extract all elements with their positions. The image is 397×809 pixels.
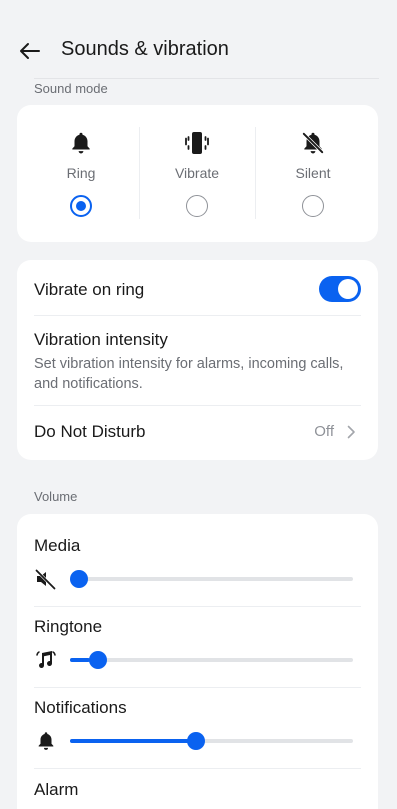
bell-off-icon bbox=[299, 129, 327, 157]
media-volume-label: Media bbox=[34, 536, 81, 555]
do-not-disturb-label: Do Not Disturb bbox=[34, 422, 146, 441]
vibrate-on-ring-toggle[interactable] bbox=[319, 276, 361, 302]
chevron-right-icon bbox=[347, 425, 355, 439]
ring-radio[interactable] bbox=[70, 195, 92, 217]
bell-icon bbox=[34, 729, 58, 753]
volume-card: Media Ringtone Notifications Alarm bbox=[17, 514, 378, 809]
mode-label-ring: Ring bbox=[66, 165, 96, 181]
slider-fill bbox=[70, 739, 195, 743]
slider-thumb[interactable] bbox=[88, 651, 107, 669]
header: Sounds & vibration bbox=[0, 0, 397, 78]
alarm-volume-label: Alarm bbox=[34, 780, 79, 799]
do-not-disturb-row[interactable]: Do Not Disturb Off bbox=[17, 406, 378, 460]
slider-fill bbox=[70, 658, 90, 662]
back-button[interactable] bbox=[16, 37, 44, 65]
vibrate-on-ring-label: Vibrate on ring bbox=[34, 280, 145, 299]
header-divider bbox=[34, 78, 379, 79]
back-arrow-icon bbox=[20, 43, 40, 59]
vibration-intensity-label: Vibration intensity bbox=[34, 330, 168, 349]
media-volume-slider[interactable] bbox=[70, 567, 353, 591]
slider-thumb[interactable] bbox=[70, 570, 88, 588]
ringtone-volume-label: Ringtone bbox=[34, 617, 103, 636]
silent-radio[interactable] bbox=[302, 195, 324, 217]
vibration-intensity-description: Set vibration intensity for alarms, inco… bbox=[34, 356, 344, 392]
notifications-volume-label: Notifications bbox=[34, 698, 127, 717]
vibration-intensity-row[interactable]: Vibration intensity Set vibration intens… bbox=[17, 316, 378, 404]
bell-icon bbox=[67, 129, 95, 157]
sound-mode-ring[interactable]: Ring bbox=[23, 105, 139, 241]
vibrate-icon bbox=[183, 129, 211, 157]
row-divider bbox=[34, 606, 361, 607]
vibration-settings-card: Vibrate on ring Vibration intensity Set … bbox=[17, 260, 378, 460]
slider-thumb[interactable] bbox=[186, 732, 205, 750]
sound-mode-card: Ring Vibrate Silent bbox=[17, 105, 378, 242]
volume-section-label: Volume bbox=[34, 489, 78, 504]
mode-label-vibrate: Vibrate bbox=[174, 165, 220, 181]
do-not-disturb-value: Off bbox=[314, 423, 334, 440]
sound-mode-silent[interactable]: Silent bbox=[255, 105, 371, 241]
sound-mode-section-label: Sound mode bbox=[34, 81, 108, 96]
row-divider bbox=[34, 768, 361, 769]
sound-mode-vibrate[interactable]: Vibrate bbox=[139, 105, 255, 241]
slider-track bbox=[70, 658, 353, 662]
toggle-knob bbox=[338, 279, 358, 299]
mode-label-silent: Silent bbox=[295, 165, 331, 181]
slider-track bbox=[70, 577, 353, 581]
music-note-icon bbox=[34, 648, 58, 672]
ringtone-volume-slider[interactable] bbox=[70, 648, 353, 672]
row-divider bbox=[34, 687, 361, 688]
vibrate-radio[interactable] bbox=[186, 195, 208, 217]
notifications-volume-slider[interactable] bbox=[70, 729, 353, 753]
volume-mute-icon bbox=[34, 567, 58, 591]
page-title: Sounds & vibration bbox=[61, 38, 229, 60]
